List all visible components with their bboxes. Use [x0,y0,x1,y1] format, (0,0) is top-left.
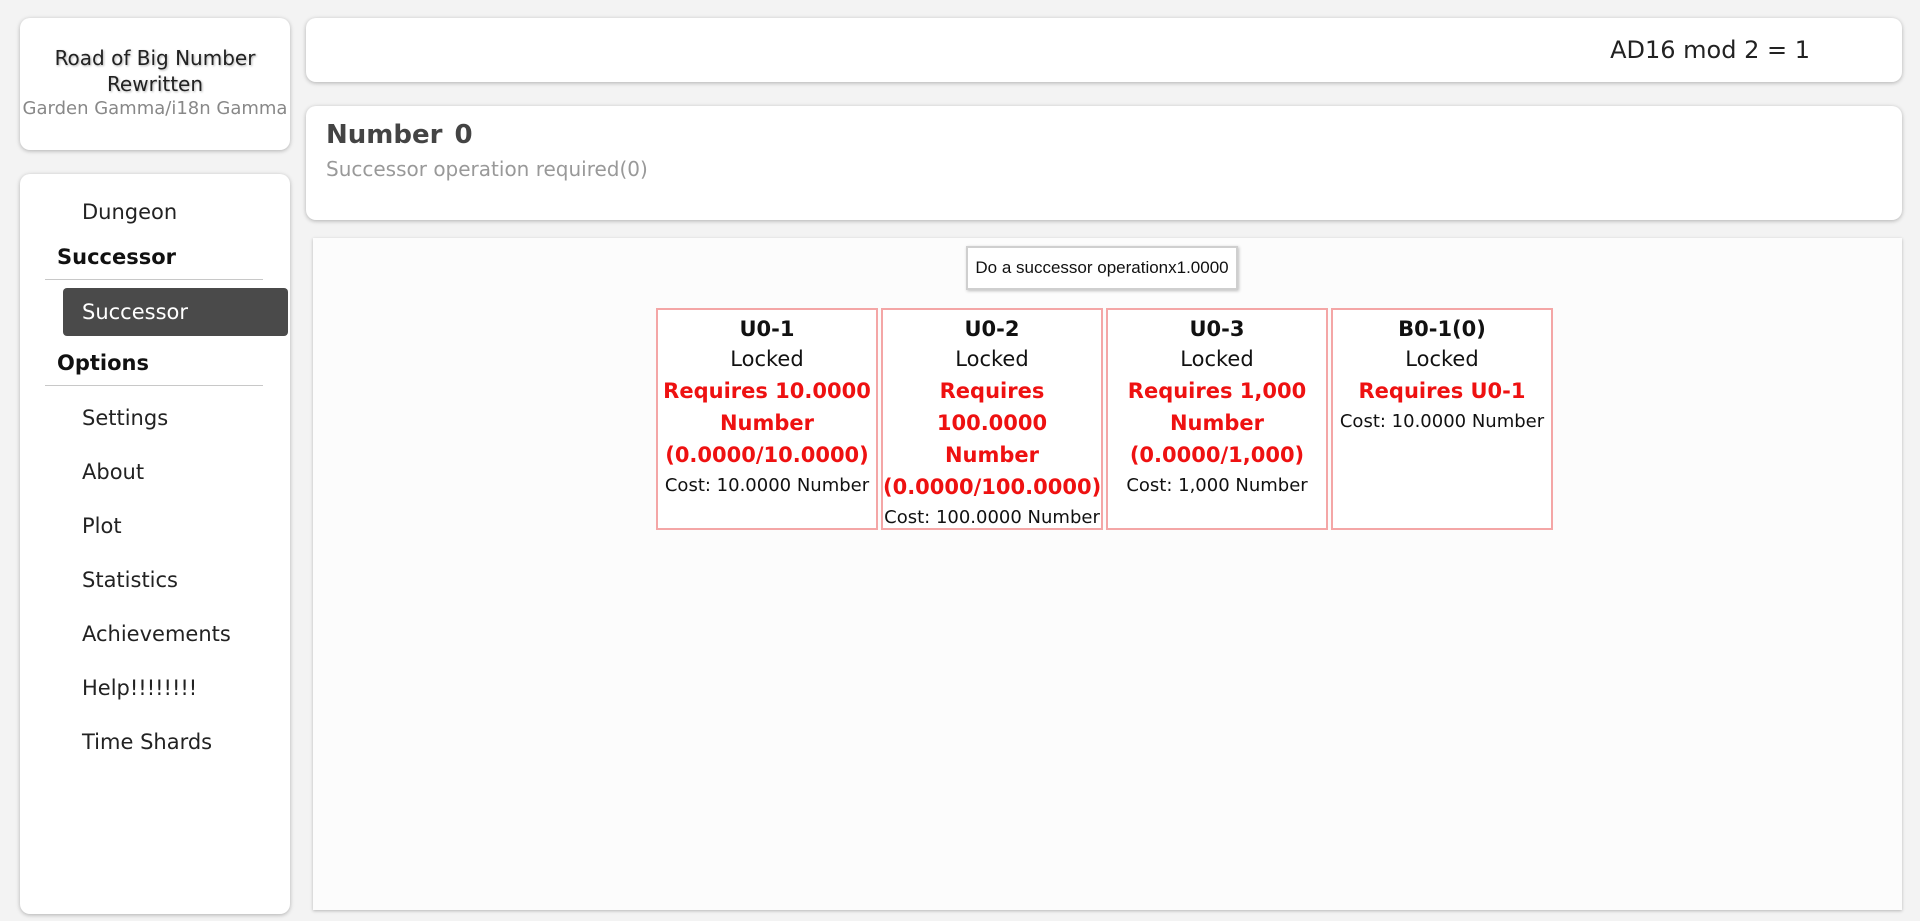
sidebar-heading-successor: Successor [45,236,263,280]
sidebar-item-dungeon[interactable]: Dungeon [20,188,290,236]
upgrade-requirement-resource: Number [1169,411,1265,435]
upgrade-name: U0-3 [1189,317,1245,341]
successor-operation-button[interactable]: Do a successor operationx1.0000 [966,246,1238,290]
upgrade-card-u0-2[interactable]: U0-2 Locked Requires 100.0000 Number (0.… [881,308,1103,530]
sidebar-nav: Dungeon Successor Successor Options Sett… [20,174,290,914]
resource-label: Number [326,120,443,150]
upgrade-requirement-resource: Number [719,411,815,435]
upgrade-cost: Cost: 10.0000 Number [664,475,870,496]
sidebar-item-plot[interactable]: Plot [20,502,290,550]
upgrade-requirement: Requires 10.0000 [663,379,871,403]
resource-requirement: Successor operation required(0) [326,157,648,181]
upgrade-card-u0-3[interactable]: U0-3 Locked Requires 1,000 Number (0.000… [1106,308,1328,530]
game-title: Road of Big Number Rewritten [54,46,256,96]
upgrade-requirement: Requires 1,000 [1127,379,1307,403]
upgrade-cost: Cost: 10.0000 Number [1339,411,1545,432]
title-card: Road of Big Number Rewritten Garden Gamm… [20,18,290,150]
resource-value: 0 [454,120,473,150]
upgrade-cost: Cost: 1,000 Number [1126,475,1308,496]
sidebar-item-successor-wrapper: Successor [20,280,290,342]
ad-news-text: AD16 mod 2 = 1 [1610,36,1810,64]
resource-line: Number 0 [326,114,1882,156]
upgrade-status: Locked [955,347,1029,371]
upgrade-card-u0-1[interactable]: U0-1 Locked Requires 10.0000 Number (0.0… [656,308,878,530]
top-bar: AD16 mod 2 = 1 [306,18,1902,82]
sidebar-item-achievements[interactable]: Achievements [20,610,290,658]
upgrade-requirement: Requires 100.0000 [936,379,1048,435]
upgrade-requirement-progress: (0.0000/10.0000) [665,443,869,467]
upgrade-cost: Cost: 100.0000 Number [884,507,1100,528]
upgrade-name: U0-1 [739,317,795,341]
upgrade-requirement: Requires U0-1 [1358,379,1526,403]
upgrade-status: Locked [1180,347,1254,371]
sidebar-heading-options: Options [45,342,263,386]
upgrade-status: Locked [730,347,804,371]
sidebar-item-about[interactable]: About [20,448,290,496]
upgrade-name: B0-1(0) [1398,317,1486,341]
sidebar-item-settings[interactable]: Settings [20,394,290,442]
sidebar-item-help[interactable]: Help!!!!!!!! [20,664,290,712]
upgrade-requirement-progress: (0.0000/1,000) [1129,443,1305,467]
upgrade-name: U0-2 [964,317,1020,341]
upgrade-card-b0-1[interactable]: B0-1(0) Locked Requires U0-1 Cost: 10.00… [1331,308,1553,530]
main-content: Do a successor operationx1.0000 U0-1 Loc… [313,238,1902,910]
sidebar-item-successor[interactable]: Successor [63,288,288,336]
sidebar-item-statistics[interactable]: Statistics [20,556,290,604]
upgrade-requirement-progress: (0.0000/100.0000) [883,475,1102,499]
upgrade-status: Locked [1405,347,1479,371]
resource-panel: Number 0 Successor operation required(0) [306,106,1902,220]
upgrade-requirement-resource: Number [944,443,1040,467]
sidebar-item-time-shards[interactable]: Time Shards [20,718,290,766]
version-label: Garden Gamma/i18n Gamma [22,98,288,119]
